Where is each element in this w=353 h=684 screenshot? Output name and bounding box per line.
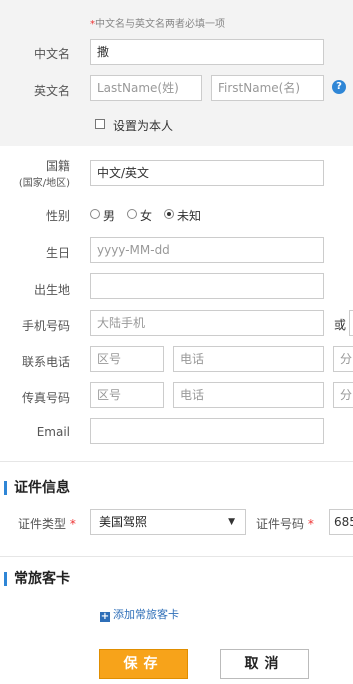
fax-number-input[interactable]: 电话: [173, 382, 324, 408]
phone-area-input[interactable]: 区号: [90, 346, 164, 372]
cancel-button[interactable]: 取消: [220, 649, 309, 679]
set-self-checkbox[interactable]: [95, 119, 105, 129]
name-required-note: *中文名与英文名两者必填一项: [90, 15, 225, 30]
gender-radio-unknown[interactable]: [164, 209, 174, 219]
fax-label: 传真号码: [21, 391, 70, 405]
divider: [0, 556, 353, 557]
gender-label: 性别: [45, 209, 70, 223]
ff-section-title: 常旅客卡: [4, 572, 70, 586]
mobile-alt-input[interactable]: [349, 310, 353, 336]
mobile-input[interactable]: 大陆手机: [90, 310, 324, 336]
required-star: *: [69, 517, 76, 531]
id-type-label: 证件类型 *: [18, 515, 76, 532]
help-icon[interactable]: ?: [332, 80, 346, 94]
note-text: 中文名与英文名两者必填一项: [95, 19, 225, 30]
fax-ext-input[interactable]: 分: [333, 382, 353, 408]
phone-ext-input[interactable]: 分: [333, 346, 353, 372]
gender-option-unknown: 未知: [177, 209, 202, 223]
mobile-label: 手机号码: [21, 319, 70, 333]
set-self-label: 设置为本人: [113, 119, 174, 133]
cn-name-label: 中文名: [33, 47, 70, 61]
id-section-title: 证件信息: [4, 481, 70, 495]
dropdown-arrow-icon: ▼: [228, 517, 235, 527]
birthday-input[interactable]: yyyy-MM-dd: [90, 237, 324, 263]
gender-option-female: 女: [140, 209, 153, 223]
id-number-label: 证件号码 *: [256, 515, 314, 532]
phone-number-input[interactable]: 电话: [173, 346, 324, 372]
en-name-label: 英文名: [33, 84, 70, 98]
fax-area-input[interactable]: 区号: [90, 382, 164, 408]
nationality-input[interactable]: 中文/英文: [90, 160, 324, 186]
id-type-value: 美国驾照: [99, 515, 148, 529]
nationality-sublabel: (国家/地区): [18, 178, 70, 189]
gender-radio-female[interactable]: [127, 209, 137, 219]
last-name-input[interactable]: LastName(姓): [90, 75, 202, 101]
plus-icon: +: [100, 611, 110, 622]
gender-option-male: 男: [103, 209, 116, 223]
id-type-select[interactable]: 美国驾照 ▼: [90, 509, 246, 535]
divider: [0, 461, 353, 462]
add-ff-card-link[interactable]: + 添加常旅客卡: [100, 606, 179, 622]
first-name-input[interactable]: FirstName(名): [211, 75, 324, 101]
id-number-input[interactable]: 685: [329, 509, 353, 535]
birthplace-label: 出生地: [33, 283, 70, 297]
required-star: *: [307, 517, 314, 531]
nationality-label: 国籍: [45, 159, 70, 173]
id-number-label-text: 证件号码: [256, 517, 305, 531]
birthplace-input[interactable]: [90, 273, 324, 299]
save-button[interactable]: 保存: [99, 649, 188, 679]
birthday-label: 生日: [45, 246, 70, 260]
add-ff-card-label: 添加常旅客卡: [113, 608, 179, 621]
mobile-or-text: 或: [334, 318, 347, 332]
email-input[interactable]: [90, 418, 324, 444]
gender-radio-male[interactable]: [90, 209, 100, 219]
email-label: Email: [36, 425, 70, 439]
contact-phone-label: 联系电话: [21, 355, 70, 369]
id-type-label-text: 证件类型: [18, 517, 67, 531]
cn-name-input[interactable]: 撒: [90, 39, 324, 65]
